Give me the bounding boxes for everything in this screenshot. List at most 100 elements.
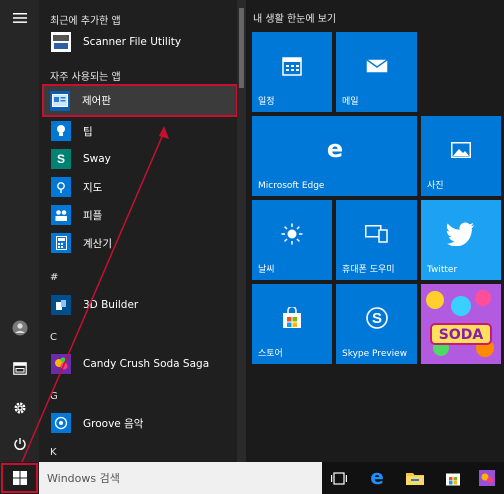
- tile-label: 휴대폰 도우미: [342, 265, 395, 275]
- sway-icon: S: [51, 149, 71, 169]
- app-item-label: 팁: [83, 125, 93, 138]
- control-panel-icon: [50, 90, 70, 111]
- tile-candy-crush-soda[interactable]: SODA: [421, 284, 501, 364]
- folder-icon: [406, 473, 424, 485]
- windows-search-box[interactable]: Windows 검색: [39, 462, 322, 494]
- soda-logo-text: SODA: [439, 327, 484, 343]
- 3d-builder-icon: [51, 295, 71, 315]
- app-item-label: 피플: [83, 209, 103, 222]
- maps-icon: [51, 177, 71, 197]
- user-avatar-icon: [12, 320, 27, 336]
- recent-apps-header: 최근에 추가한 앱: [50, 16, 121, 27]
- tile-label: 스토어: [258, 349, 283, 359]
- lightbulb-icon: [51, 121, 71, 141]
- section-letter-c[interactable]: C: [50, 332, 57, 343]
- tile-label: Microsoft Edge: [258, 181, 325, 191]
- app-item-maps[interactable]: 지도: [45, 173, 231, 201]
- settings-button[interactable]: [0, 390, 39, 426]
- tile-phone-companion[interactable]: 휴대폰 도우미: [336, 200, 417, 280]
- people-icon: [51, 205, 71, 225]
- app-item-sway[interactable]: S Sway: [45, 145, 231, 173]
- app-item-scanner-file-utility[interactable]: Scanner File Utility: [45, 28, 231, 56]
- task-view-button[interactable]: [322, 462, 356, 494]
- search-placeholder: Windows 검색: [47, 472, 120, 485]
- tile-label: Skype Preview: [342, 349, 408, 359]
- edge-icon: e: [370, 469, 384, 487]
- tile-weather[interactable]: 날씨: [252, 200, 332, 280]
- explorer-icon: [12, 361, 27, 375]
- candy-crush-icon: [479, 470, 495, 486]
- tile-photos[interactable]: 사진: [421, 116, 501, 196]
- candy-crush-icon: [51, 354, 71, 374]
- store-bag-icon: [283, 306, 301, 328]
- power-icon: [13, 438, 26, 451]
- task-view-icon: [331, 471, 347, 485]
- app-item-label: Sway: [83, 153, 111, 165]
- hamburger-icon: [12, 13, 27, 23]
- app-item-people[interactable]: 피플: [45, 201, 231, 229]
- taskbar: Windows 검색 e: [0, 462, 504, 494]
- app-item-tips[interactable]: 팁: [45, 117, 231, 145]
- app-item-3d-builder[interactable]: 3D Builder: [45, 291, 231, 319]
- app-item-candy-crush[interactable]: Candy Crush Soda Saga: [45, 350, 231, 378]
- tile-panel: 내 생활 한눈에 보기 일정 메일 e Microsoft Edge 사진 날씨…: [246, 0, 504, 462]
- scrollbar-thumb[interactable]: [239, 8, 244, 88]
- sun-icon: [281, 223, 303, 245]
- start-button[interactable]: [0, 462, 39, 494]
- skype-icon: S: [365, 306, 388, 329]
- tile-label: 사진: [427, 181, 444, 191]
- tile-microsoft-edge[interactable]: e Microsoft Edge: [252, 116, 417, 196]
- app-item-label: 지도: [83, 181, 103, 194]
- hamburger-menu-button[interactable]: [0, 0, 39, 36]
- store-bag-icon: [446, 473, 460, 486]
- phone-icon: [364, 224, 388, 243]
- candy-crush-artwork-icon: SODA: [421, 284, 501, 364]
- taskbar-candy-crush-button[interactable]: [470, 462, 504, 494]
- taskbar-file-explorer-button[interactable]: [398, 462, 432, 494]
- tile-twitter[interactable]: Twitter: [421, 200, 501, 280]
- app-item-label: 계산기: [83, 237, 112, 250]
- tile-calendar[interactable]: 일정: [252, 32, 332, 112]
- tile-label: 메일: [342, 97, 359, 107]
- taskbar-store-button[interactable]: [436, 462, 470, 494]
- app-item-label: Candy Crush Soda Saga: [83, 358, 210, 370]
- svg-text:e: e: [326, 139, 342, 161]
- mail-icon: [365, 58, 388, 72]
- section-letter-k[interactable]: K: [50, 447, 57, 458]
- groove-music-icon: [51, 413, 71, 433]
- start-rail: [0, 0, 39, 462]
- scanner-icon: [51, 32, 71, 52]
- section-letter-hash[interactable]: #: [50, 272, 58, 283]
- file-explorer-button[interactable]: [0, 350, 39, 386]
- gear-icon: [14, 402, 25, 414]
- app-item-calculator[interactable]: 계산기: [45, 229, 231, 257]
- calendar-icon: [282, 56, 302, 76]
- app-list-scrollbar[interactable]: [237, 0, 246, 462]
- tile-store[interactable]: 스토어: [252, 284, 332, 364]
- calculator-icon: [51, 233, 71, 253]
- taskbar-edge-button[interactable]: e: [360, 462, 394, 494]
- tile-label: Twitter: [427, 265, 458, 275]
- app-item-label: 3D Builder: [83, 299, 139, 311]
- svg-text:e: e: [370, 469, 384, 487]
- section-letter-g[interactable]: G: [50, 391, 58, 402]
- tile-label: 날씨: [258, 265, 275, 275]
- app-item-label: Scanner File Utility: [83, 36, 182, 48]
- windows-logo-icon: [12, 471, 27, 485]
- app-item-label: 제어판: [82, 95, 111, 107]
- app-list: 최근에 추가한 앱 Scanner File Utility 자주 사용되는 앱…: [39, 0, 237, 462]
- tile-skype-preview[interactable]: S Skype Preview: [336, 284, 417, 364]
- edge-icon: e: [326, 139, 342, 161]
- app-item-control-panel[interactable]: 제어판: [42, 84, 237, 117]
- tile-label: 일정: [258, 97, 275, 107]
- app-item-label: Groove 음악: [83, 417, 144, 430]
- tile-mail[interactable]: 메일: [336, 32, 417, 112]
- tile-group-title: 내 생활 한눈에 보기: [253, 14, 337, 25]
- account-button[interactable]: [0, 310, 39, 346]
- photos-icon: [451, 141, 471, 158]
- svg-text:S: S: [371, 310, 381, 327]
- frequent-apps-header: 자주 사용되는 앱: [50, 72, 121, 83]
- power-button[interactable]: [0, 426, 39, 462]
- app-item-groove-music[interactable]: Groove 음악: [45, 409, 231, 437]
- twitter-bird-icon: [446, 222, 475, 246]
